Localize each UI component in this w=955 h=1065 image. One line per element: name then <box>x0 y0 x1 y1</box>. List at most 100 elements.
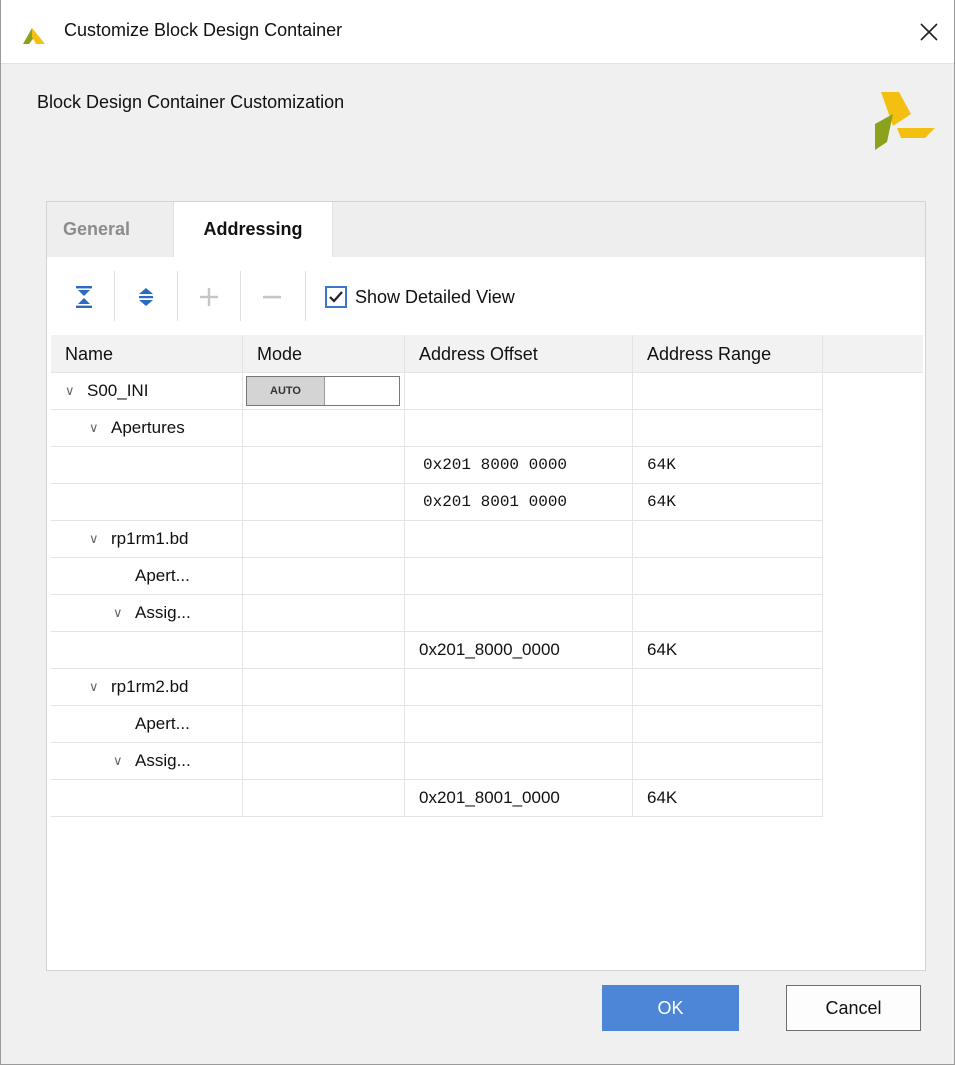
cell-mode <box>243 447 405 484</box>
cell-address-offset: 0x201 8000 0000 <box>405 447 633 484</box>
expand-all-button[interactable] <box>129 280 163 314</box>
cell-address-offset: 0x201 8001 0000 <box>405 484 633 521</box>
cell-name <box>51 780 243 817</box>
expand-all-icon <box>139 288 153 306</box>
cell-address-range: 64K <box>633 632 823 669</box>
table-row[interactable]: 0x201_8000_0000 64K <box>51 632 923 669</box>
cell-address-range <box>633 373 823 410</box>
cell-address-range <box>633 595 823 632</box>
table-row[interactable]: ∨ rp1rm1.bd <box>51 521 923 558</box>
cell-address-range <box>633 706 823 743</box>
cell-filler <box>823 669 923 706</box>
collapse-all-icon <box>76 286 92 308</box>
cell-filler <box>823 632 923 669</box>
row-name-label: rp1rm1.bd <box>111 529 189 548</box>
cell-address-range <box>633 521 823 558</box>
cell-address-range: 64K <box>633 447 823 484</box>
cell-name: ∨ rp1rm2.bd <box>51 669 243 706</box>
collapse-all-button[interactable] <box>67 280 101 314</box>
add-button[interactable] <box>192 280 226 314</box>
cell-filler <box>823 373 923 410</box>
cell-filler <box>823 410 923 447</box>
close-button[interactable] <box>904 0 954 64</box>
row-name-label: Apert... <box>135 714 190 733</box>
cell-filler <box>823 706 923 743</box>
cell-filler <box>823 521 923 558</box>
table-row[interactable]: ∨ Assig... <box>51 595 923 632</box>
chevron-down-icon[interactable]: ∨ <box>89 410 103 446</box>
tab-strip: General Addressing <box>47 202 925 257</box>
column-header-filler <box>823 335 923 373</box>
cell-address-offset: 0x201_8001_0000 <box>405 780 633 817</box>
title-bar: Customize Block Design Container <box>1 0 954 64</box>
tab-addressing[interactable]: Addressing <box>173 202 333 257</box>
cell-mode <box>243 558 405 595</box>
xilinx-logo-icon <box>23 28 45 44</box>
table-row[interactable]: 0x201_8001_0000 64K <box>51 780 923 817</box>
chevron-down-icon[interactable]: ∨ <box>113 595 127 631</box>
chevron-down-icon[interactable]: ∨ <box>113 743 127 779</box>
address-table: Name Mode Address Offset Address Range ∨… <box>51 335 923 817</box>
row-name-label: rp1rm2.bd <box>111 677 189 696</box>
table-row[interactable]: ∨ Assig... <box>51 743 923 780</box>
cell-address-range: 64K <box>633 780 823 817</box>
window-title: Customize Block Design Container <box>64 20 343 40</box>
remove-button[interactable] <box>255 280 289 314</box>
cell-mode: AUTO <box>243 373 405 410</box>
cell-address-range <box>633 743 823 780</box>
cell-address-offset <box>405 669 633 706</box>
tab-general[interactable]: General <box>47 202 146 257</box>
table-row[interactable]: 0x201 8001 0000 64K <box>51 484 923 521</box>
checkmark-icon <box>329 291 343 303</box>
tab-panel: General Addressing Show Detailed View Na… <box>46 201 926 971</box>
cell-mode <box>243 410 405 447</box>
cell-filler <box>823 595 923 632</box>
cell-mode <box>243 669 405 706</box>
address-toolbar: Show Detailed View <box>47 257 925 335</box>
show-detailed-view-checkbox[interactable] <box>325 286 347 308</box>
close-icon <box>920 23 938 41</box>
cell-name <box>51 447 243 484</box>
cell-address-offset <box>405 558 633 595</box>
cell-name: ∨ Apertures <box>51 410 243 447</box>
cell-mode <box>243 780 405 817</box>
ok-button[interactable]: OK <box>602 985 739 1031</box>
cell-mode <box>243 484 405 521</box>
table-row[interactable]: ∨ rp1rm2.bd <box>51 669 923 706</box>
mode-toggle[interactable]: AUTO <box>246 376 400 406</box>
cell-address-range <box>633 558 823 595</box>
customize-dialog: Customize Block Design Container Block D… <box>0 0 955 1065</box>
table-row[interactable]: ∨ Apertures <box>51 410 923 447</box>
cell-address-range <box>633 410 823 447</box>
cancel-button[interactable]: Cancel <box>786 985 921 1031</box>
show-detailed-view-toggle[interactable]: Show Detailed View <box>325 283 515 311</box>
cell-filler <box>823 743 923 780</box>
table-row[interactable]: 0x201 8000 0000 64K <box>51 447 923 484</box>
dialog-subtitle: Block Design Container Customization <box>37 92 345 112</box>
table-row[interactable]: ∨ S00_INI AUTO <box>51 373 923 410</box>
plus-icon <box>200 288 218 306</box>
row-name-label: Assig... <box>135 603 191 622</box>
column-header-mode[interactable]: Mode <box>243 335 405 373</box>
show-detailed-view-label: Show Detailed View <box>355 286 515 307</box>
chevron-down-icon[interactable]: ∨ <box>89 669 103 705</box>
table-row[interactable]: Apert... <box>51 706 923 743</box>
cell-name: ∨ Assig... <box>51 595 243 632</box>
column-header-address-range[interactable]: Address Range <box>633 335 823 373</box>
chevron-down-icon[interactable]: ∨ <box>89 521 103 557</box>
table-row[interactable]: Apert... <box>51 558 923 595</box>
chevron-down-icon[interactable]: ∨ <box>65 373 79 409</box>
column-header-name[interactable]: Name <box>51 335 243 373</box>
cell-name: ∨ rp1rm1.bd <box>51 521 243 558</box>
column-header-address-offset[interactable]: Address Offset <box>405 335 633 373</box>
minus-icon <box>263 295 281 299</box>
cell-filler <box>823 484 923 521</box>
cell-mode <box>243 743 405 780</box>
table-body: ∨ S00_INI AUTO ∨ Apertures 0x201 8000 0000 64K… <box>51 373 923 817</box>
cell-address-range <box>633 669 823 706</box>
cell-address-offset <box>405 743 633 780</box>
cell-mode <box>243 521 405 558</box>
row-name-label: Apert... <box>135 566 190 585</box>
cell-address-offset <box>405 373 633 410</box>
cell-mode <box>243 632 405 669</box>
